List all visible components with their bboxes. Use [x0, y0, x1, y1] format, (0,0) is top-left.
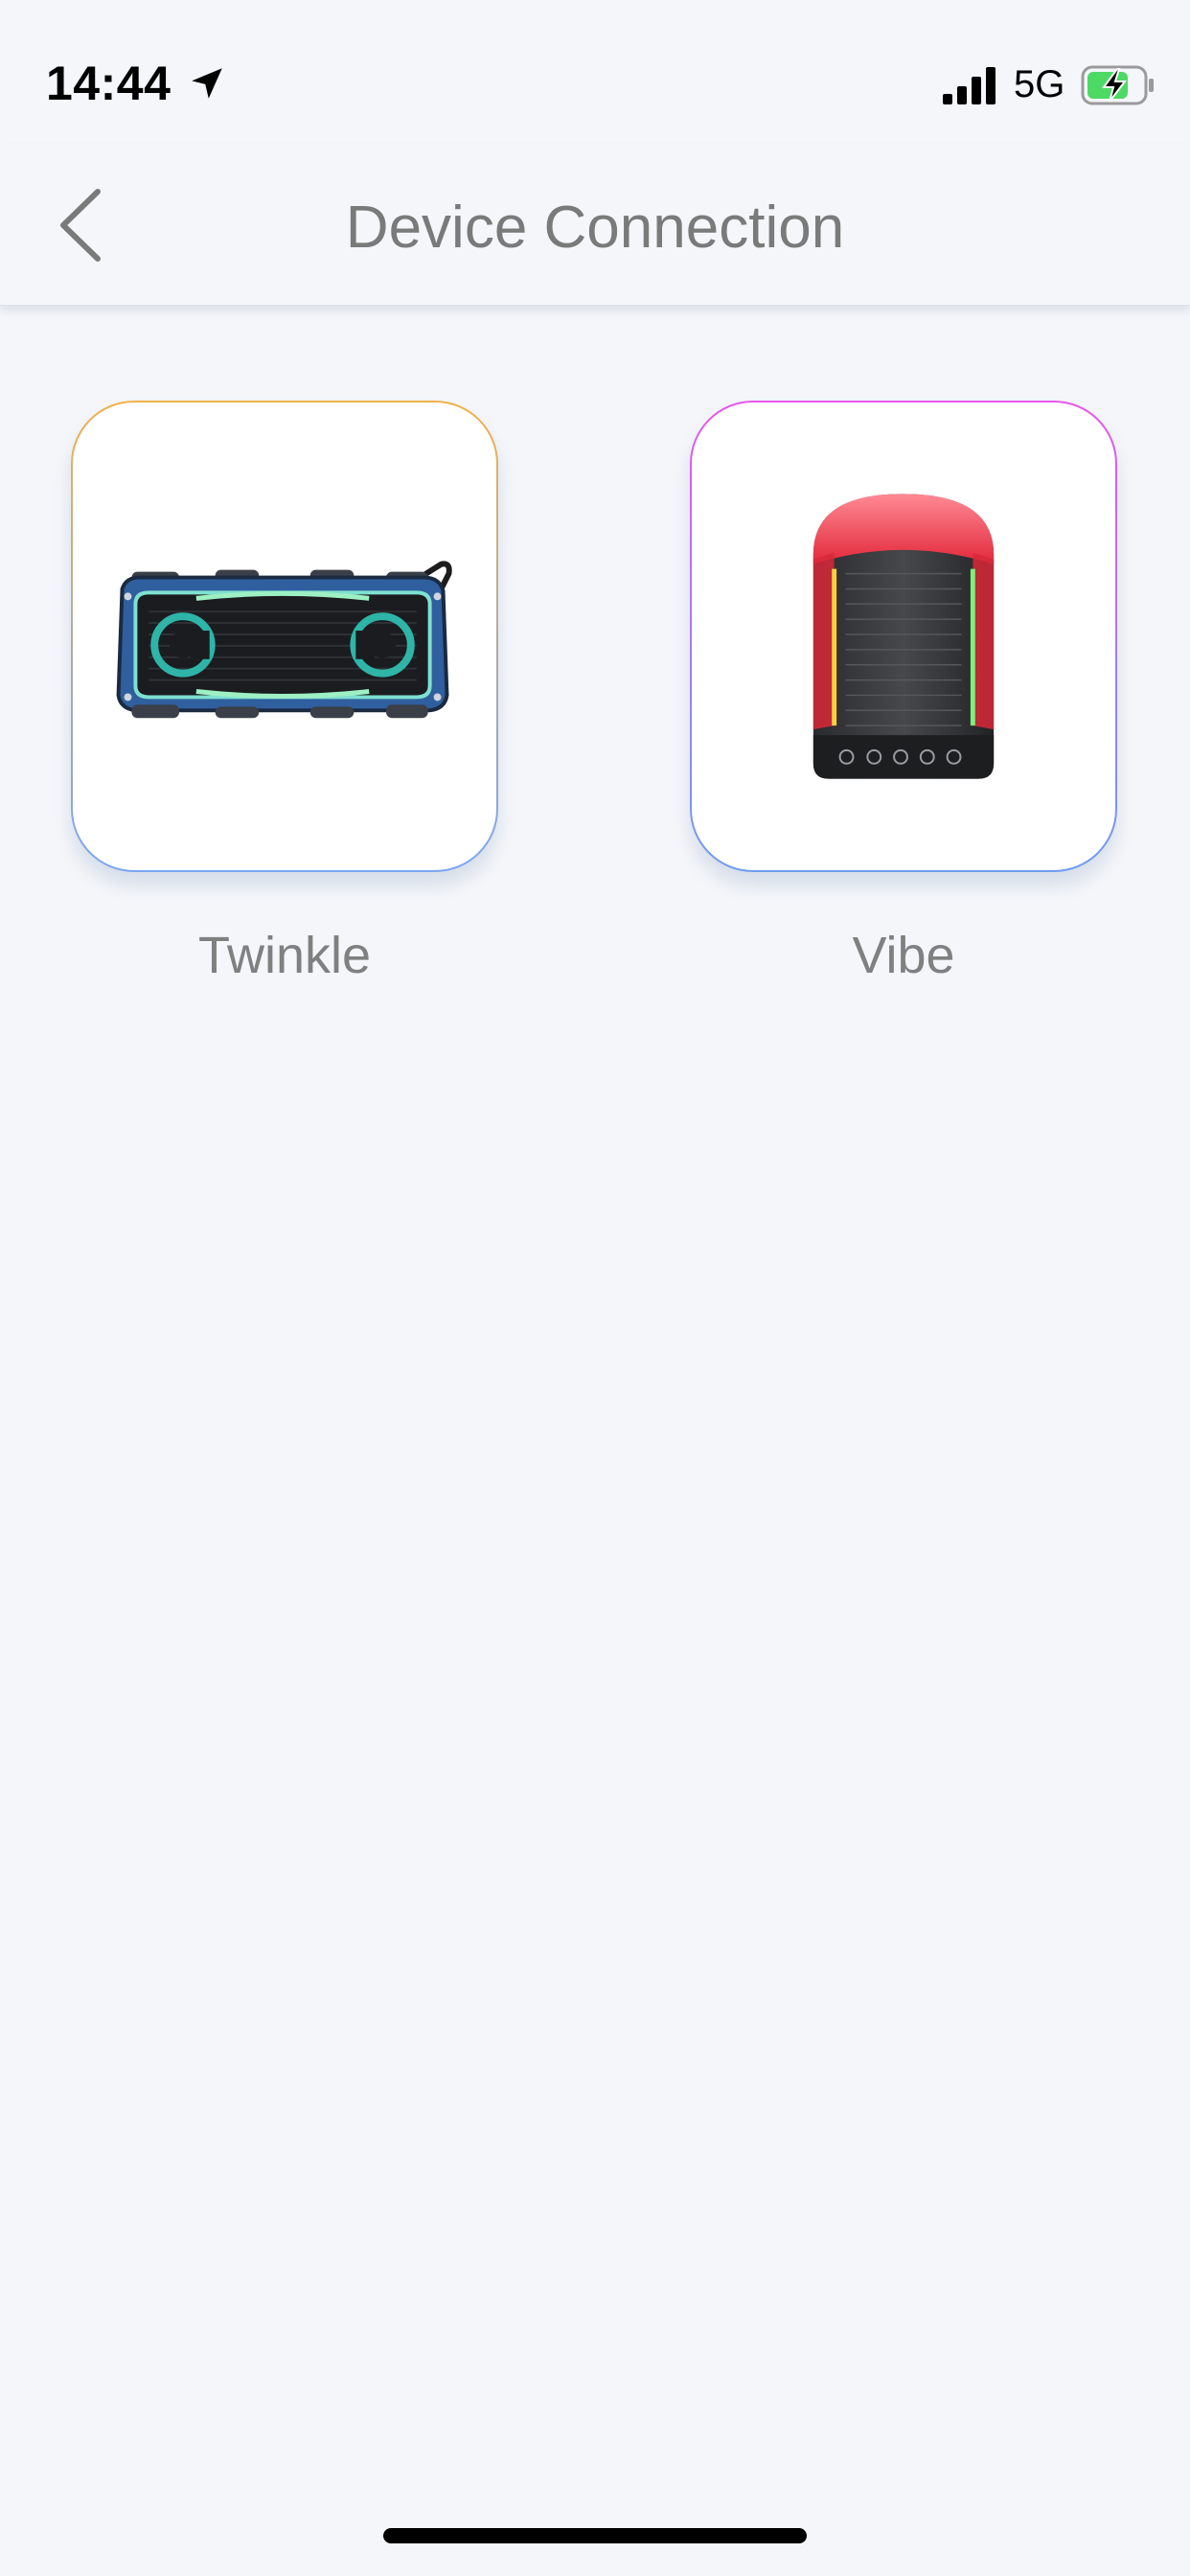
status-time: 14:44	[46, 57, 172, 110]
device-card-vibe[interactable]	[690, 401, 1117, 872]
twinkle-speaker-image	[116, 561, 452, 719]
device-card-twinkle[interactable]	[71, 401, 498, 872]
page-title: Device Connection	[345, 195, 845, 261]
signal-bars-icon	[943, 67, 995, 104]
battery-charging-icon	[1081, 65, 1154, 105]
status-bar: 14:44 5G	[0, 0, 1190, 144]
location-arrow-icon	[192, 68, 222, 99]
device-connection-screen: 14:44 5G Device Connection Twinkle Vibe	[0, 0, 1190, 2576]
vibe-speaker-image	[812, 494, 995, 779]
device-label-twinkle: Twinkle	[197, 927, 372, 984]
device-label-vibe: Vibe	[852, 927, 955, 984]
navigation-bar: Device Connection	[0, 144, 1190, 306]
network-type-label: 5G	[1014, 63, 1065, 105]
home-indicator[interactable]	[383, 2528, 807, 2543]
